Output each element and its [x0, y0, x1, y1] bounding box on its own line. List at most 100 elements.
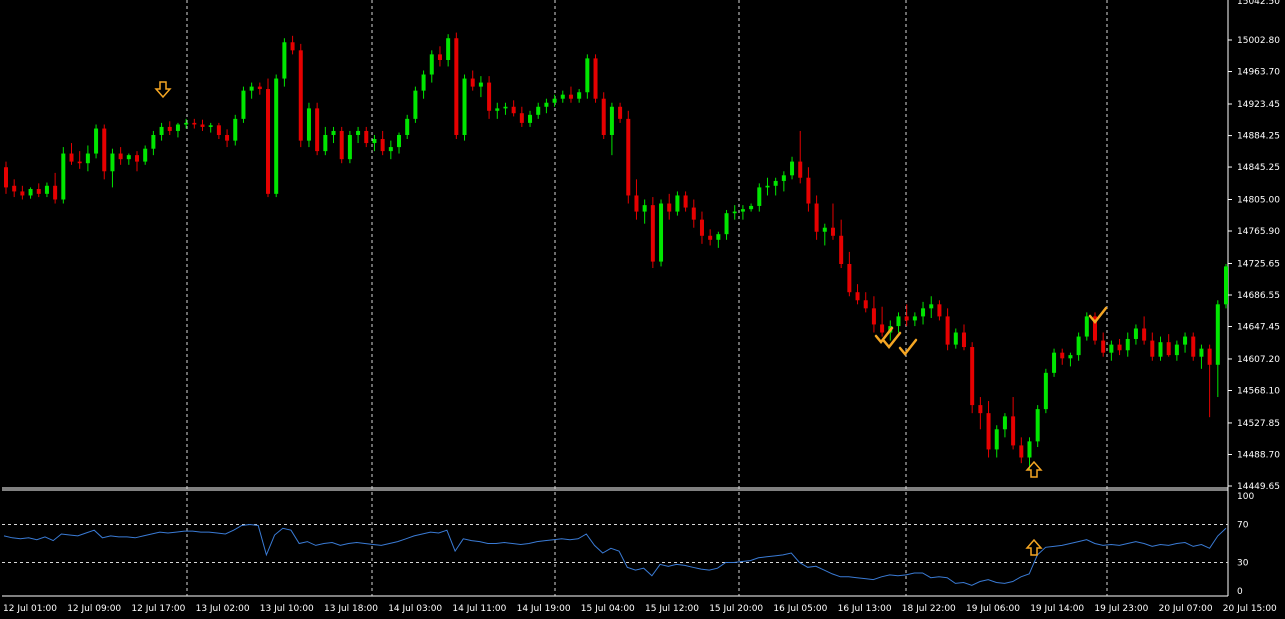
indicator-panel: 100 70 30 0 — [2, 492, 1254, 597]
candle-body — [1125, 338, 1130, 351]
axes: 12 Jul 01:00 12 Jul 09:00 12 Jul 17:00 13 J… — [3, 0, 1280, 614]
chart-canvas[interactable]: 10070300 12 Jul 01:00 12 Jul 09:00 12 Jul … — [0, 0, 1285, 615]
candle — [609, 102, 614, 156]
candle-body — [462, 78, 467, 135]
candle-body — [945, 316, 950, 345]
candle — [167, 121, 172, 135]
time-label: 14 Jul 19:00 — [517, 604, 571, 614]
markers — [154, 81, 1108, 556]
time-label: 20 Jul 07:00 — [1159, 604, 1213, 614]
candle-body — [266, 89, 271, 194]
price-label: 14765.90 — [1237, 227, 1280, 237]
candle-body — [257, 86, 262, 90]
candle-body — [609, 106, 614, 135]
candle — [429, 50, 434, 83]
candle — [372, 134, 377, 152]
candle — [536, 102, 541, 119]
candle — [110, 148, 115, 188]
candle-body — [839, 235, 844, 264]
price-label: 14725.65 — [1237, 259, 1280, 269]
candle-body — [216, 125, 221, 135]
candle-body — [675, 195, 680, 212]
candle-body — [618, 106, 623, 119]
candle-body — [282, 42, 287, 79]
candle-body — [372, 139, 377, 144]
candle-body — [626, 118, 631, 196]
candle — [28, 187, 33, 199]
candle-body — [331, 130, 336, 135]
candle-body — [339, 130, 344, 160]
candle — [1092, 312, 1097, 345]
candle-body — [798, 161, 803, 178]
price-label: 14647.45 — [1237, 323, 1280, 333]
time-label: 12 Jul 09:00 — [67, 604, 121, 614]
candle-body — [667, 203, 672, 212]
candle-body — [110, 153, 115, 172]
candle-body — [225, 134, 230, 141]
arrow-down-marker — [154, 81, 172, 99]
trading-chart[interactable]: 100 70 30 0 12 Jul 01:00 12 Jul 09:00 12 Jul … — [0, 0, 1285, 615]
candle — [1174, 340, 1179, 361]
candle — [184, 118, 189, 129]
candle-body — [323, 134, 328, 152]
price-label: 14488.70 — [1237, 451, 1280, 461]
candle — [749, 203, 754, 212]
candle-body — [929, 304, 934, 309]
candle-body — [429, 54, 434, 75]
candle — [1207, 344, 1212, 418]
candle — [462, 74, 467, 141]
candle — [1043, 368, 1048, 414]
candle — [347, 130, 352, 164]
candle-body — [921, 308, 926, 317]
candle — [937, 300, 942, 321]
candle — [650, 197, 655, 269]
candle — [85, 145, 90, 172]
candle-body — [94, 128, 99, 154]
candle — [732, 205, 737, 220]
check-marker — [898, 338, 918, 356]
candle — [822, 223, 827, 246]
candle — [503, 102, 508, 115]
candle-body — [413, 90, 418, 119]
candle — [1215, 300, 1220, 398]
candle — [478, 76, 483, 98]
candle — [1125, 332, 1130, 357]
candle — [871, 296, 876, 333]
candle — [388, 140, 393, 160]
price-label: 14963.70 — [1237, 68, 1280, 78]
check-marker — [1088, 306, 1108, 324]
candle-body — [896, 316, 901, 327]
candle — [225, 129, 230, 148]
candle-body — [765, 185, 770, 188]
candle-body — [634, 195, 639, 212]
candle-body — [298, 50, 303, 141]
candle — [880, 306, 885, 337]
arrow-up-icon — [1025, 538, 1043, 556]
candle — [208, 122, 213, 133]
candle — [961, 324, 966, 351]
candle-body — [724, 213, 729, 235]
time-label: 15 Jul 12:00 — [645, 604, 699, 614]
candle-body — [593, 58, 598, 99]
candle — [1150, 332, 1155, 361]
candle-body — [61, 153, 66, 200]
candle-body — [757, 187, 762, 206]
time-label: 16 Jul 05:00 — [773, 604, 827, 614]
time-label: 12 Jul 17:00 — [131, 604, 185, 614]
candle-body — [568, 94, 573, 99]
candle — [1076, 332, 1081, 361]
candle — [151, 130, 156, 156]
candle — [667, 193, 672, 220]
candle — [143, 145, 148, 165]
candle — [192, 118, 197, 129]
candle — [560, 90, 565, 103]
candle — [94, 124, 99, 159]
candle-body — [1158, 342, 1163, 357]
candle — [306, 102, 311, 148]
price-label: 14805.00 — [1237, 195, 1280, 205]
candle-body — [847, 263, 852, 293]
candle-body — [953, 332, 958, 345]
candle-body — [1142, 328, 1147, 341]
candle-body — [937, 304, 942, 317]
candle — [53, 172, 58, 204]
